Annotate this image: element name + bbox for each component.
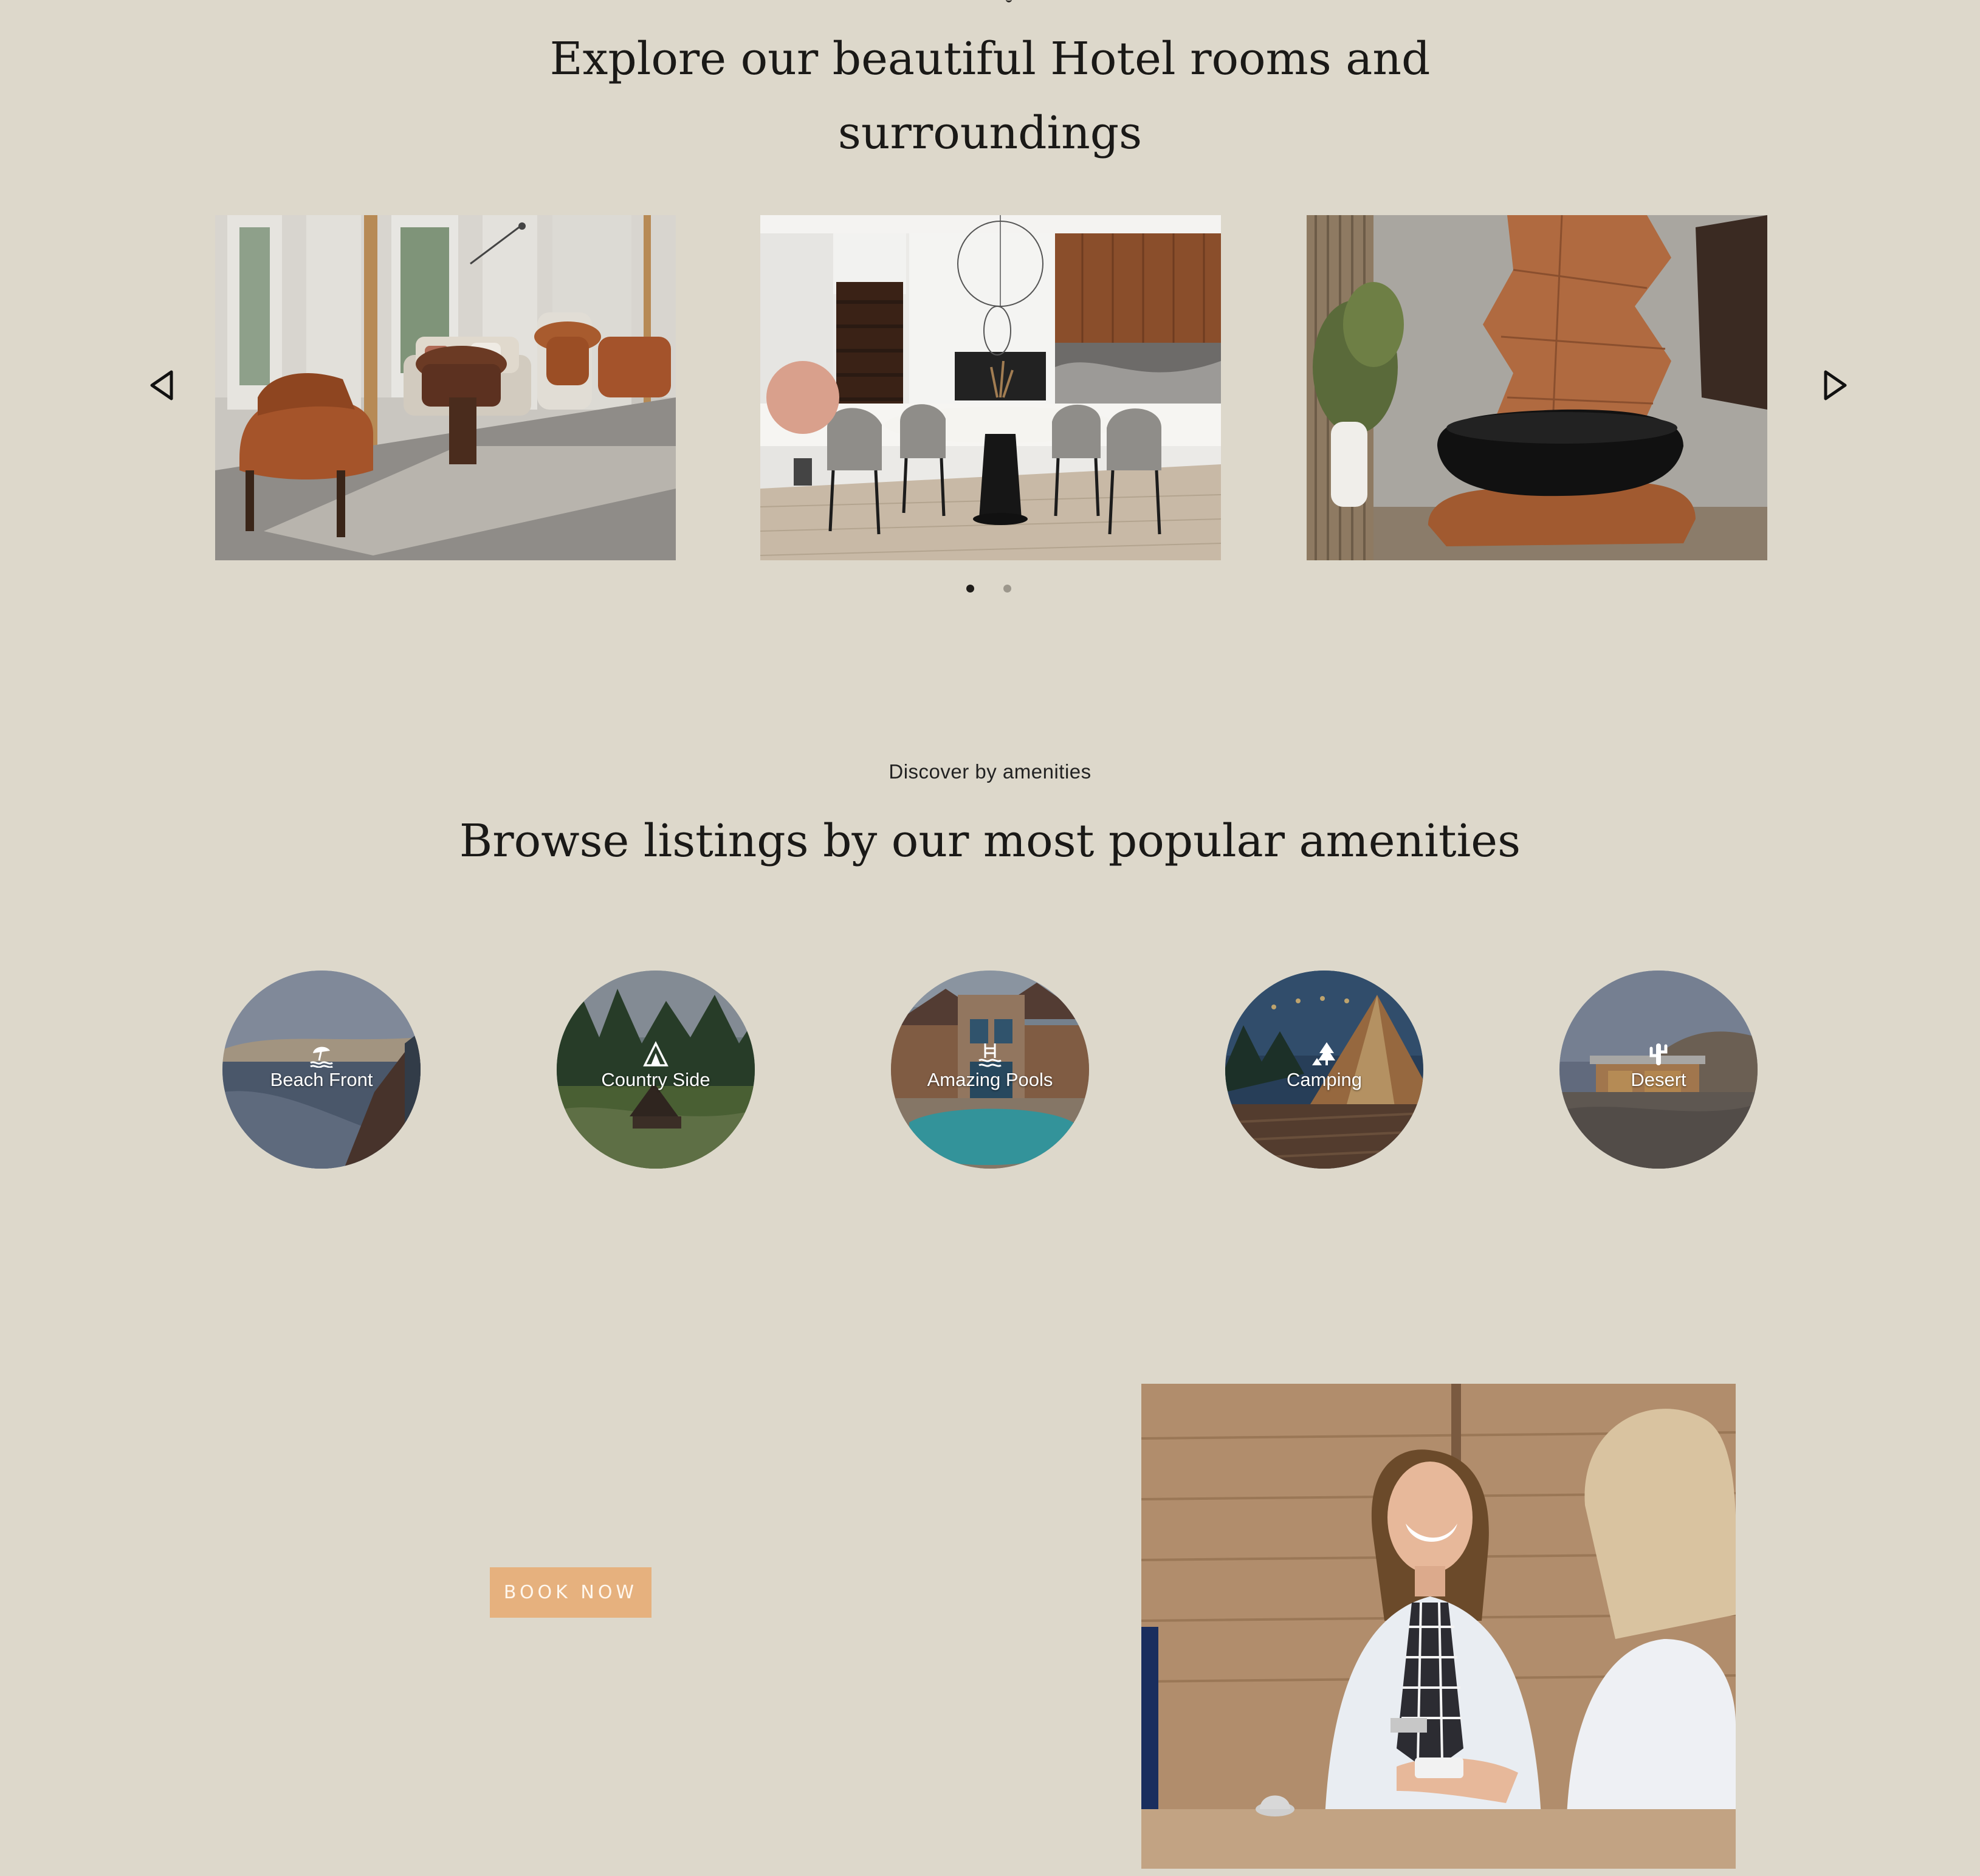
- amenity-label: Amazing Pools: [927, 1069, 1053, 1090]
- a-frame-cabin-icon: [642, 1041, 669, 1068]
- amenity-label: Desert: [1631, 1069, 1686, 1090]
- bathroom-photo: [1307, 215, 1767, 560]
- carousel-slide-lounge[interactable]: [215, 215, 676, 560]
- amenity-desert[interactable]: Desert: [1559, 971, 1758, 1169]
- lounge-photo: [215, 215, 676, 560]
- amenity-amazing-pools[interactable]: Amazing Pools: [891, 971, 1089, 1169]
- triangle-left-icon: [150, 370, 173, 400]
- carousel-slide-bathroom[interactable]: [1307, 215, 1767, 560]
- beach-umbrella-icon: [308, 1041, 335, 1068]
- cut-off-text-fragment: [1006, 0, 1012, 2]
- amenity-label: Beach Front: [270, 1069, 373, 1090]
- dining-kitchen-photo: [760, 215, 1221, 560]
- book-now-button[interactable]: BOOK NOW: [490, 1567, 651, 1618]
- amenity-country-side[interactable]: Country Side: [557, 971, 755, 1169]
- carousel-prev-button[interactable]: [145, 367, 181, 404]
- pool-ladder-icon: [977, 1041, 1003, 1068]
- carousel-slide-dining[interactable]: [760, 215, 1221, 560]
- pagination-dot-2[interactable]: [1003, 585, 1011, 593]
- amenities-eyebrow: Discover by amenities: [889, 760, 1091, 783]
- carousel-next-button[interactable]: [1816, 367, 1852, 404]
- cactus-icon: [1645, 1041, 1672, 1068]
- amenity-label: Country Side: [601, 1069, 710, 1090]
- pagination-dot-1[interactable]: [966, 585, 974, 593]
- amenities-heading: Browse listings by our most popular amen…: [459, 815, 1521, 867]
- hotel-reception-photo: [1141, 1384, 1736, 1869]
- rooms-heading-line-2: surroundings: [837, 107, 1143, 159]
- amenity-camping[interactable]: Camping: [1225, 971, 1423, 1169]
- amenity-beach-front[interactable]: Beach Front: [222, 971, 421, 1169]
- tent-tree-icon: [1311, 1041, 1338, 1068]
- carousel-pagination: [966, 585, 1011, 593]
- triangle-right-icon: [1824, 370, 1847, 400]
- rooms-heading-line-1: Explore our beautiful Hotel rooms and: [549, 33, 1431, 85]
- rooms-section-heading: Explore our beautiful Hotel rooms and su…: [0, 22, 1980, 170]
- amenity-label: Camping: [1286, 1069, 1363, 1090]
